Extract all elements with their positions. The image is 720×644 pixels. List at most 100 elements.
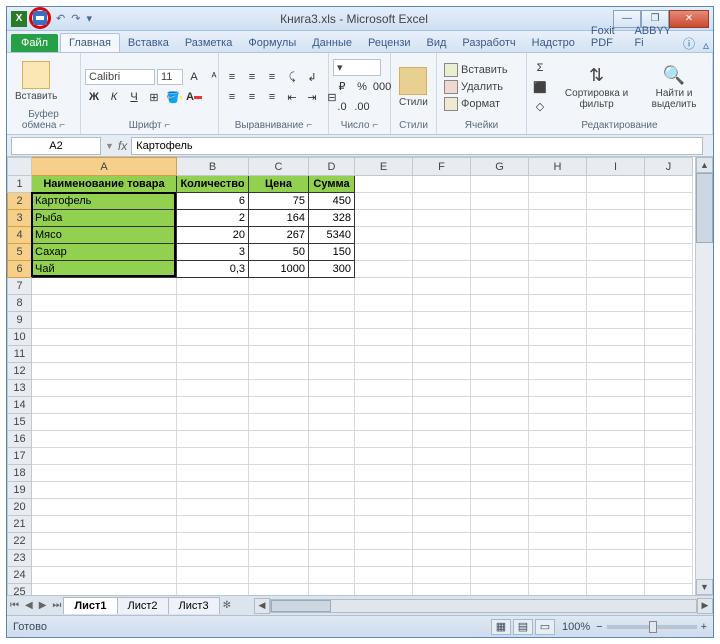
row-header-5[interactable]: 5 — [8, 244, 32, 261]
minimize-ribbon-icon[interactable]: ▵ — [703, 38, 709, 52]
cell-B20[interactable] — [177, 499, 249, 516]
tab-data[interactable]: Данные — [304, 34, 360, 52]
cell-A5[interactable]: Сахар — [32, 244, 177, 261]
align-top-icon[interactable]: ≡ — [223, 68, 241, 86]
cell-A12[interactable] — [32, 363, 177, 380]
cell-H17[interactable] — [529, 448, 587, 465]
row-header-21[interactable]: 21 — [8, 516, 32, 533]
cell-E15[interactable] — [355, 414, 413, 431]
cell-I8[interactable] — [587, 295, 645, 312]
save-icon[interactable] — [33, 11, 47, 25]
cell-J11[interactable] — [645, 346, 693, 363]
cell-D14[interactable] — [309, 397, 355, 414]
cell-A16[interactable] — [32, 431, 177, 448]
qat-dropdown[interactable]: ▾ — [86, 12, 92, 25]
cell-A6[interactable]: Чай — [32, 261, 177, 278]
currency-icon[interactable]: ₽ — [333, 78, 351, 96]
cell-H5[interactable] — [529, 244, 587, 261]
cell-H1[interactable] — [529, 176, 587, 193]
cell-F16[interactable] — [413, 431, 471, 448]
horizontal-scrollbar[interactable]: ◀ ▶ — [254, 598, 713, 614]
fill-icon[interactable]: ⬛ — [531, 78, 549, 96]
cell-D25[interactable] — [309, 584, 355, 596]
cell-C18[interactable] — [249, 465, 309, 482]
cell-I6[interactable] — [587, 261, 645, 278]
cell-B7[interactable] — [177, 278, 249, 295]
row-header-1[interactable]: 1 — [8, 176, 32, 193]
col-header-G[interactable]: G — [471, 158, 529, 176]
cell-J13[interactable] — [645, 380, 693, 397]
cell-J4[interactable] — [645, 227, 693, 244]
cell-I5[interactable] — [587, 244, 645, 261]
col-header-F[interactable]: F — [413, 158, 471, 176]
cell-C20[interactable] — [249, 499, 309, 516]
cell-E4[interactable] — [355, 227, 413, 244]
cell-J18[interactable] — [645, 465, 693, 482]
cell-H11[interactable] — [529, 346, 587, 363]
cell-H20[interactable] — [529, 499, 587, 516]
cell-E8[interactable] — [355, 295, 413, 312]
cell-B10[interactable] — [177, 329, 249, 346]
sheet-nav-first-icon[interactable]: ⏮ — [7, 600, 22, 611]
cell-H7[interactable] — [529, 278, 587, 295]
cell-E16[interactable] — [355, 431, 413, 448]
font-color-button[interactable]: A — [185, 88, 203, 106]
cell-J23[interactable] — [645, 550, 693, 567]
cell-C19[interactable] — [249, 482, 309, 499]
cell-F8[interactable] — [413, 295, 471, 312]
cell-D13[interactable] — [309, 380, 355, 397]
font-name-combo[interactable]: Calibri — [85, 69, 155, 85]
tab-review[interactable]: Рецензи — [360, 34, 419, 52]
cell-E21[interactable] — [355, 516, 413, 533]
col-header-E[interactable]: E — [355, 158, 413, 176]
col-header-I[interactable]: I — [587, 158, 645, 176]
new-sheet-icon[interactable]: ✻ — [220, 600, 234, 611]
cell-B8[interactable] — [177, 295, 249, 312]
row-header-8[interactable]: 8 — [8, 295, 32, 312]
cell-J10[interactable] — [645, 329, 693, 346]
cell-H19[interactable] — [529, 482, 587, 499]
cell-D8[interactable] — [309, 295, 355, 312]
cell-F19[interactable] — [413, 482, 471, 499]
cell-D12[interactable] — [309, 363, 355, 380]
cell-G15[interactable] — [471, 414, 529, 431]
cell-I21[interactable] — [587, 516, 645, 533]
cell-J25[interactable] — [645, 584, 693, 596]
cell-C24[interactable] — [249, 567, 309, 584]
cell-B17[interactable] — [177, 448, 249, 465]
cell-B22[interactable] — [177, 533, 249, 550]
cell-F1[interactable] — [413, 176, 471, 193]
cell-F14[interactable] — [413, 397, 471, 414]
cell-C17[interactable] — [249, 448, 309, 465]
sheet-tab-1[interactable]: Лист1 — [63, 597, 117, 614]
orientation-icon[interactable]: ⤹ — [283, 68, 301, 86]
cell-H25[interactable] — [529, 584, 587, 596]
cell-B18[interactable] — [177, 465, 249, 482]
row-header-2[interactable]: 2 — [8, 193, 32, 210]
cell-D6[interactable]: 300 — [309, 261, 355, 278]
border-button[interactable]: ⊞ — [145, 88, 163, 106]
cell-J5[interactable] — [645, 244, 693, 261]
cell-I3[interactable] — [587, 210, 645, 227]
cell-D21[interactable] — [309, 516, 355, 533]
scroll-left-icon[interactable]: ◀ — [254, 598, 270, 614]
grow-font-icon[interactable]: A — [185, 68, 203, 86]
cell-D22[interactable] — [309, 533, 355, 550]
select-all-corner[interactable] — [8, 158, 32, 176]
cell-H13[interactable] — [529, 380, 587, 397]
cell-B11[interactable] — [177, 346, 249, 363]
bold-button[interactable]: Ж — [85, 88, 103, 106]
cell-A21[interactable] — [32, 516, 177, 533]
zoom-slider[interactable] — [607, 625, 697, 629]
cell-I20[interactable] — [587, 499, 645, 516]
cell-F11[interactable] — [413, 346, 471, 363]
cell-E12[interactable] — [355, 363, 413, 380]
cell-J17[interactable] — [645, 448, 693, 465]
cell-G10[interactable] — [471, 329, 529, 346]
col-header-B[interactable]: B — [177, 158, 249, 176]
cell-E2[interactable] — [355, 193, 413, 210]
align-middle-icon[interactable]: ≡ — [243, 68, 261, 86]
zoom-level[interactable]: 100% — [562, 621, 590, 633]
hscroll-thumb[interactable] — [271, 600, 331, 612]
name-box[interactable]: A2 — [11, 137, 101, 155]
